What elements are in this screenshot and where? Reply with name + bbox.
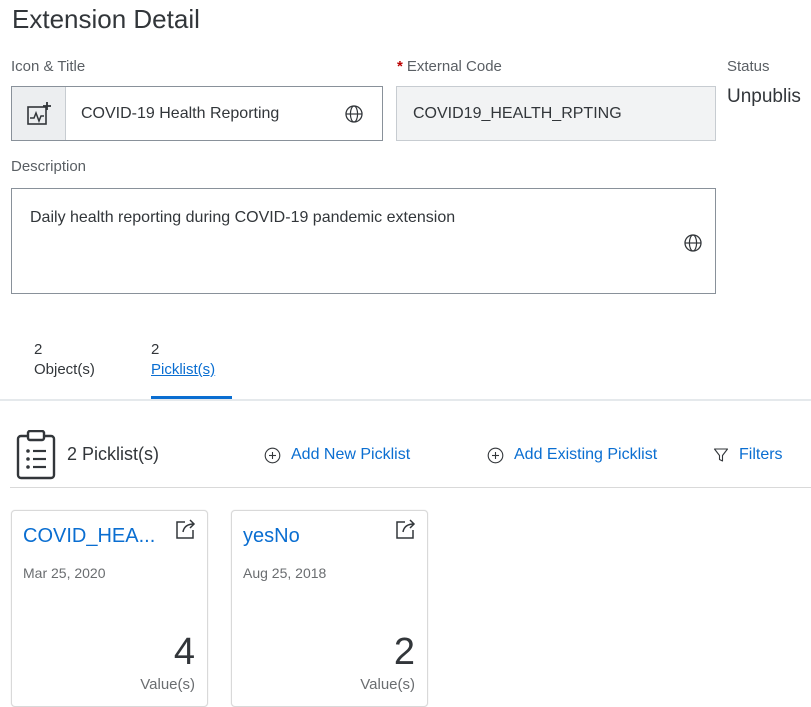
add-existing-picklist-label: Add Existing Picklist bbox=[514, 446, 658, 463]
add-existing-picklist-button[interactable]: Add Existing Picklist bbox=[487, 446, 657, 464]
description-textarea[interactable]: Daily health reporting during COVID-19 p… bbox=[11, 188, 716, 294]
external-code-field: COVID19_HEALTH_RPTING bbox=[396, 86, 716, 141]
description-label: Description bbox=[11, 158, 87, 175]
card-title[interactable]: COVID_HEA... bbox=[23, 525, 155, 548]
plus-circle-icon bbox=[487, 447, 504, 463]
tab-count: 2 bbox=[34, 341, 43, 358]
toolbar-divider bbox=[10, 487, 811, 488]
add-new-picklist-button[interactable]: Add New Picklist bbox=[264, 446, 410, 464]
page-title: Extension Detail bbox=[12, 4, 200, 34]
filters-button[interactable]: Filters bbox=[713, 446, 783, 464]
icon-picker[interactable] bbox=[12, 87, 66, 140]
plus-circle-icon bbox=[264, 447, 281, 463]
tab-count: 2 bbox=[151, 341, 160, 358]
icon-title-field[interactable]: COVID-19 Health Reporting bbox=[11, 86, 383, 141]
clipboard-list-icon bbox=[16, 430, 56, 480]
open-external-icon[interactable] bbox=[174, 517, 198, 541]
card-title[interactable]: yesNo bbox=[243, 525, 300, 548]
card-date: Mar 25, 2020 bbox=[23, 565, 106, 581]
tab-objects[interactable]: 2 Object(s) bbox=[34, 340, 95, 380]
description-value: Daily health reporting during COVID-19 p… bbox=[30, 209, 456, 226]
picklist-count: 2 Picklist(s) bbox=[67, 444, 160, 464]
open-external-icon[interactable] bbox=[394, 517, 418, 541]
card-date: Aug 25, 2018 bbox=[243, 565, 327, 581]
status-label: Status bbox=[727, 58, 770, 75]
globe-icon[interactable] bbox=[683, 233, 703, 253]
tab-label: Object(s) bbox=[34, 361, 95, 378]
filter-icon bbox=[713, 448, 729, 462]
chart-add-icon bbox=[26, 101, 51, 125]
card-value: 2 bbox=[393, 631, 415, 673]
card-value: 4 bbox=[173, 631, 195, 673]
tabs-divider bbox=[0, 399, 811, 401]
card-unit: Value(s) bbox=[360, 676, 415, 693]
card-unit: Value(s) bbox=[140, 676, 195, 693]
external-code-label-text: External Code bbox=[406, 58, 502, 75]
add-new-picklist-label: Add New Picklist bbox=[291, 446, 411, 463]
required-marker: * bbox=[397, 58, 403, 75]
icon-title-label: Icon & Title bbox=[11, 58, 86, 75]
tab-label: Picklist(s) bbox=[151, 361, 216, 378]
title-value[interactable]: COVID-19 Health Reporting bbox=[81, 105, 344, 123]
external-code-label: * External Code bbox=[397, 58, 502, 75]
globe-icon[interactable] bbox=[344, 104, 364, 124]
picklist-card[interactable]: COVID_HEA... Mar 25, 2020 4 Value(s) bbox=[11, 510, 208, 707]
filters-label: Filters bbox=[739, 446, 783, 463]
status-value: Unpublis bbox=[727, 86, 801, 107]
tab-picklists[interactable]: 2 Picklist(s) bbox=[151, 340, 215, 380]
picklist-card[interactable]: yesNo Aug 25, 2018 2 Value(s) bbox=[231, 510, 428, 707]
